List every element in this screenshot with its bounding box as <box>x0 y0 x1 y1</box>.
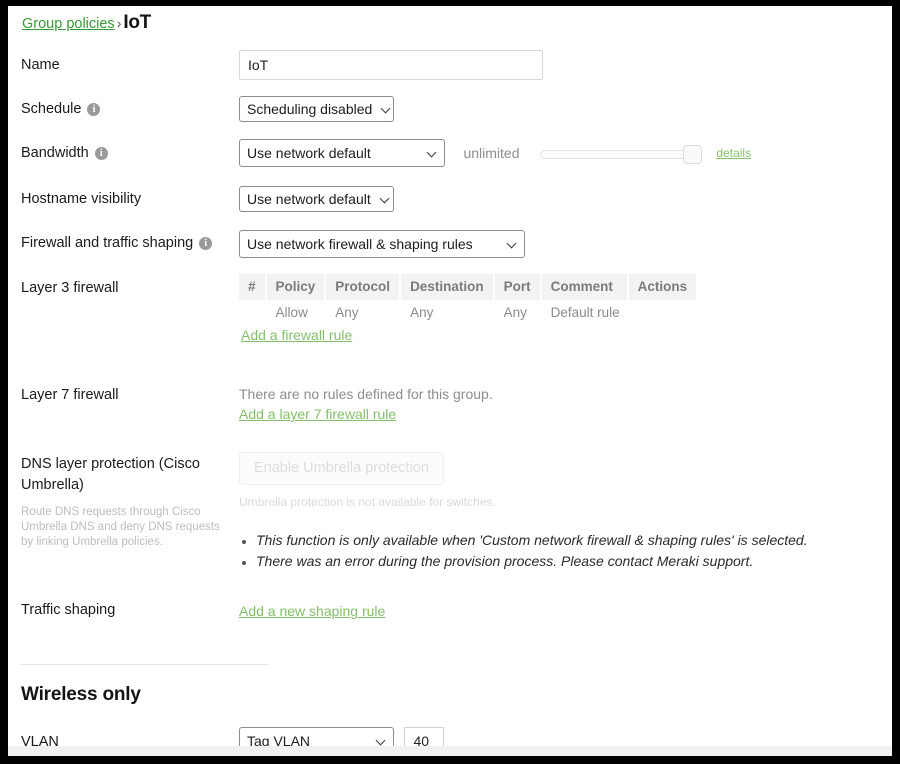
page-title: IoT <box>123 12 151 33</box>
label-firewall-traffic-shaping-text: Firewall and traffic shaping <box>21 235 194 251</box>
hostname-visibility-select-value: Use network default <box>247 190 371 207</box>
row-name: Name <box>8 50 892 82</box>
cell-protocol: Any <box>326 300 402 325</box>
section-divider <box>21 664 269 665</box>
group-policy-page: Group policies›IoT Name Schedule i Schedu… <box>8 6 892 756</box>
field-layer7-firewall: There are no rules defined for this grou… <box>239 384 493 424</box>
cell-num <box>239 300 267 325</box>
bandwidth-slider[interactable] <box>539 144 702 164</box>
dns-notes-list: This function is only available when 'Cu… <box>239 530 808 572</box>
add-firewall-rule-link[interactable]: Add a firewall rule <box>241 327 352 343</box>
label-schedule-text: Schedule <box>21 101 82 117</box>
label-layer3-firewall: Layer 3 firewall <box>21 280 119 296</box>
field-name <box>239 50 543 80</box>
dns-helper-text: Route DNS requests through Cisco Umbrell… <box>21 506 220 548</box>
row-bandwidth: Bandwidth i Use network default unlimited… <box>8 139 892 169</box>
field-traffic-shaping: Add a new shaping rule <box>239 603 385 621</box>
row-firewall-traffic-shaping: Firewall and traffic shaping i Use networ… <box>8 230 892 258</box>
breadcrumb: Group policies › IoT <box>22 12 151 34</box>
bandwidth-slider-track <box>539 149 700 159</box>
col-policy: Policy <box>266 274 327 300</box>
info-icon[interactable]: i <box>87 103 101 116</box>
bandwidth-slider-handle[interactable] <box>682 144 702 164</box>
field-dns-layer-protection: Enable Umbrella protection Umbrella prot… <box>239 452 808 572</box>
label-traffic-shaping: Traffic shaping <box>21 602 116 618</box>
label-hostname-visibility: Hostname visibility <box>21 191 142 207</box>
field-firewall-traffic-shaping: Use network firewall & shaping rules <box>239 230 525 258</box>
name-input[interactable] <box>239 50 543 80</box>
cell-port: Any <box>494 300 542 325</box>
screenshot-frame: Group policies›IoT Name Schedule i Schedu… <box>0 0 900 764</box>
label-name: Name <box>21 57 60 73</box>
row-schedule: Schedule i Scheduling disabled <box>8 96 892 124</box>
cell-destination: Any <box>401 300 495 325</box>
layer7-empty-text: There are no rules defined for this grou… <box>239 386 493 402</box>
field-bandwidth: Use network default unlimited details <box>239 139 751 167</box>
field-schedule: Scheduling disabled <box>239 96 394 122</box>
info-icon[interactable]: i <box>199 237 213 250</box>
bandwidth-select-value: Use network default <box>247 144 371 161</box>
hostname-visibility-select[interactable]: Use network default <box>239 186 394 212</box>
bottom-strip <box>8 746 892 756</box>
firewall-traffic-shaping-select-value: Use network firewall & shaping rules <box>247 235 473 252</box>
table-header-row: # Policy Protocol Destination Port Comme… <box>239 274 697 300</box>
col-protocol: Protocol <box>326 274 402 300</box>
chevron-down-icon <box>377 736 386 745</box>
label-bandwidth: Bandwidth i <box>21 144 236 163</box>
col-port: Port <box>494 274 542 300</box>
firewall-traffic-shaping-select[interactable]: Use network firewall & shaping rules <box>239 230 525 258</box>
field-layer3-firewall: # Policy Protocol Destination Port Comme… <box>239 274 697 345</box>
label-firewall-traffic-shaping: Firewall and traffic shaping i <box>21 234 246 253</box>
field-hostname-visibility: Use network default <box>239 186 394 212</box>
chevron-down-icon <box>428 148 437 157</box>
breadcrumb-link-group-policies[interactable]: Group policies <box>22 16 115 32</box>
label-layer7-firewall: Layer 7 firewall <box>21 387 119 403</box>
layer3-firewall-table: # Policy Protocol Destination Port Comme… <box>239 274 697 325</box>
label-schedule: Schedule i <box>21 100 236 119</box>
cell-actions <box>628 300 697 325</box>
col-actions: Actions <box>628 274 697 300</box>
schedule-select[interactable]: Scheduling disabled <box>239 96 394 122</box>
col-comment: Comment <box>541 274 629 300</box>
cell-comment: Default rule <box>541 300 629 325</box>
add-layer7-firewall-rule-link[interactable]: Add a layer 7 firewall rule <box>239 406 396 422</box>
list-item: There was an error during the provision … <box>256 551 808 572</box>
table-row: Allow Any Any Any Default rule <box>239 300 697 325</box>
chevron-down-icon <box>508 239 517 248</box>
col-num: # <box>239 274 267 300</box>
col-destination: Destination <box>401 274 495 300</box>
list-item: This function is only available when 'Cu… <box>256 530 808 551</box>
umbrella-unavailable-text: Umbrella protection is not available for… <box>239 495 496 509</box>
label-dns-layer-protection: DNS layer protection (Cisco Umbrella) <box>21 456 200 493</box>
info-icon[interactable]: i <box>94 147 108 160</box>
enable-umbrella-protection-button[interactable]: Enable Umbrella protection <box>239 452 444 485</box>
bandwidth-details-link[interactable]: details <box>716 146 751 160</box>
row-hostname-visibility: Hostname visibility Use network default <box>8 186 892 214</box>
bandwidth-limit-text: unlimited <box>463 145 520 161</box>
chevron-down-icon <box>382 104 391 113</box>
chevron-down-icon <box>381 194 390 203</box>
cell-policy: Allow <box>266 300 327 325</box>
bandwidth-select[interactable]: Use network default <box>239 139 445 167</box>
schedule-select-value: Scheduling disabled <box>247 100 373 117</box>
section-title-wireless-only: Wireless only <box>21 684 141 705</box>
add-shaping-rule-link[interactable]: Add a new shaping rule <box>239 603 385 619</box>
label-bandwidth-text: Bandwidth <box>21 145 89 161</box>
